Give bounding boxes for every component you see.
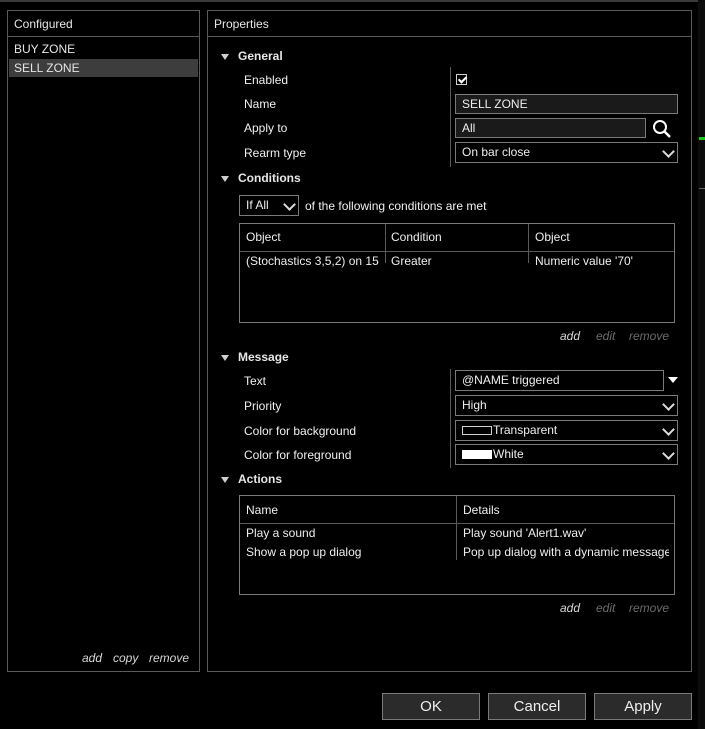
actions-table: Name Details Play a sound Play sound 'Al… (239, 495, 675, 595)
rearm-type-value: On bar close (462, 145, 531, 159)
actions-remove-link[interactable]: remove (629, 601, 669, 615)
message-text-field[interactable]: @NAME triggered (455, 370, 664, 391)
section-conditions: Conditions (238, 171, 301, 185)
message-text-label: Text (244, 374, 267, 388)
name-label: Name (244, 97, 277, 111)
general-column-divider (450, 67, 451, 167)
configured-panel: Configured BUY ZONE SELL ZONE add copy r… (7, 10, 200, 672)
background-color-swatch (462, 426, 492, 435)
conditions-header-divider (240, 251, 674, 252)
rearm-type-select[interactable]: On bar close (455, 142, 678, 163)
chevron-down-icon (283, 198, 296, 211)
chevron-down-icon (662, 145, 675, 158)
properties-title: Properties (214, 17, 269, 31)
conditions-col-object[interactable]: Object (246, 230, 281, 244)
apply-button[interactable]: Apply (594, 693, 692, 720)
name-field[interactable]: SELL ZONE (455, 94, 678, 114)
actions-add-link[interactable]: add (560, 601, 580, 615)
rearm-type-label: Rearm type (244, 146, 307, 160)
chevron-down-icon (662, 447, 675, 460)
foreground-color-swatch (462, 450, 492, 459)
message-text-value: @NAME triggered (462, 373, 560, 387)
priority-select[interactable]: High (455, 395, 678, 416)
actions-header-divider (240, 523, 674, 524)
configured-item-buy-zone[interactable]: BUY ZONE (9, 40, 198, 58)
chevron-down-icon (662, 398, 675, 411)
collapse-actions-icon[interactable] (221, 477, 229, 483)
collapse-general-icon[interactable] (221, 54, 229, 60)
enabled-label: Enabled (244, 73, 289, 87)
actions-row-name[interactable]: Show a pop up dialog (246, 545, 361, 559)
conditions-row-object[interactable]: (Stochastics 3,5,2) on 15 (246, 254, 380, 268)
message-column-divider (450, 369, 451, 468)
actions-row-details[interactable]: Pop up dialog with a dynamic message (463, 545, 669, 559)
background-divider (699, 188, 705, 189)
apply-to-label: Apply to (244, 121, 288, 135)
conditions-col-divider (528, 224, 529, 263)
foreground-color-select[interactable]: White (455, 444, 678, 465)
chevron-down-icon (662, 423, 675, 436)
conditions-table: Object Condition Object (Stochastics 3,5… (239, 223, 675, 323)
configured-title: Configured (14, 17, 73, 31)
window-top-border (0, 0, 705, 2)
ok-button[interactable]: OK (382, 693, 480, 720)
actions-row-name[interactable]: Play a sound (246, 526, 315, 540)
foreground-color-value: White (493, 447, 524, 461)
search-icon[interactable] (652, 119, 672, 139)
actions-col-name[interactable]: Name (246, 503, 278, 517)
configured-remove-link[interactable]: remove (149, 651, 189, 665)
background-color-label: Color for background (244, 424, 357, 438)
conditions-remove-link[interactable]: remove (629, 329, 669, 343)
conditions-edit-link[interactable]: edit (596, 329, 615, 343)
conditions-add-link[interactable]: add (560, 329, 580, 343)
message-text-dropdown-icon[interactable] (668, 377, 678, 383)
priority-label: Priority (244, 399, 282, 413)
background-color-select[interactable]: Transparent (455, 420, 678, 441)
section-general: General (238, 49, 283, 63)
collapse-conditions-icon[interactable] (221, 176, 229, 182)
priority-value: High (462, 398, 487, 412)
actions-edit-link[interactable]: edit (596, 601, 615, 615)
condition-mode-suffix: of the following conditions are met (305, 199, 487, 213)
actions-col-divider (456, 496, 457, 560)
apply-to-field[interactable]: All (455, 118, 646, 138)
properties-panel: Properties General Enabled Name SELL ZON… (207, 10, 692, 672)
configured-add-link[interactable]: add (82, 651, 102, 665)
configured-header-divider (8, 36, 199, 37)
foreground-color-label: Color for foreground (244, 448, 352, 462)
conditions-row-object-2[interactable]: Numeric value '70' (535, 254, 633, 268)
collapse-message-icon[interactable] (221, 355, 229, 361)
background-window-edge (698, 0, 705, 729)
actions-col-details[interactable]: Details (463, 503, 500, 517)
section-actions: Actions (238, 472, 283, 486)
enabled-checkbox[interactable] (456, 74, 467, 85)
section-message: Message (238, 350, 289, 364)
condition-mode-value: If All (246, 198, 269, 212)
properties-header-divider (208, 36, 691, 37)
background-accent-mark (699, 137, 705, 140)
configured-item-sell-zone[interactable]: SELL ZONE (9, 59, 198, 77)
background-color-value: Transparent (493, 423, 558, 437)
conditions-col-divider (385, 224, 386, 263)
condition-mode-select[interactable]: If All (239, 195, 299, 216)
cancel-button[interactable]: Cancel (488, 693, 586, 720)
conditions-col-object-2[interactable]: Object (535, 230, 570, 244)
conditions-col-condition[interactable]: Condition (391, 230, 442, 244)
actions-row-details[interactable]: Play sound 'Alert1.wav' (463, 526, 669, 540)
conditions-row-condition[interactable]: Greater (391, 254, 432, 268)
configured-copy-link[interactable]: copy (113, 651, 138, 665)
